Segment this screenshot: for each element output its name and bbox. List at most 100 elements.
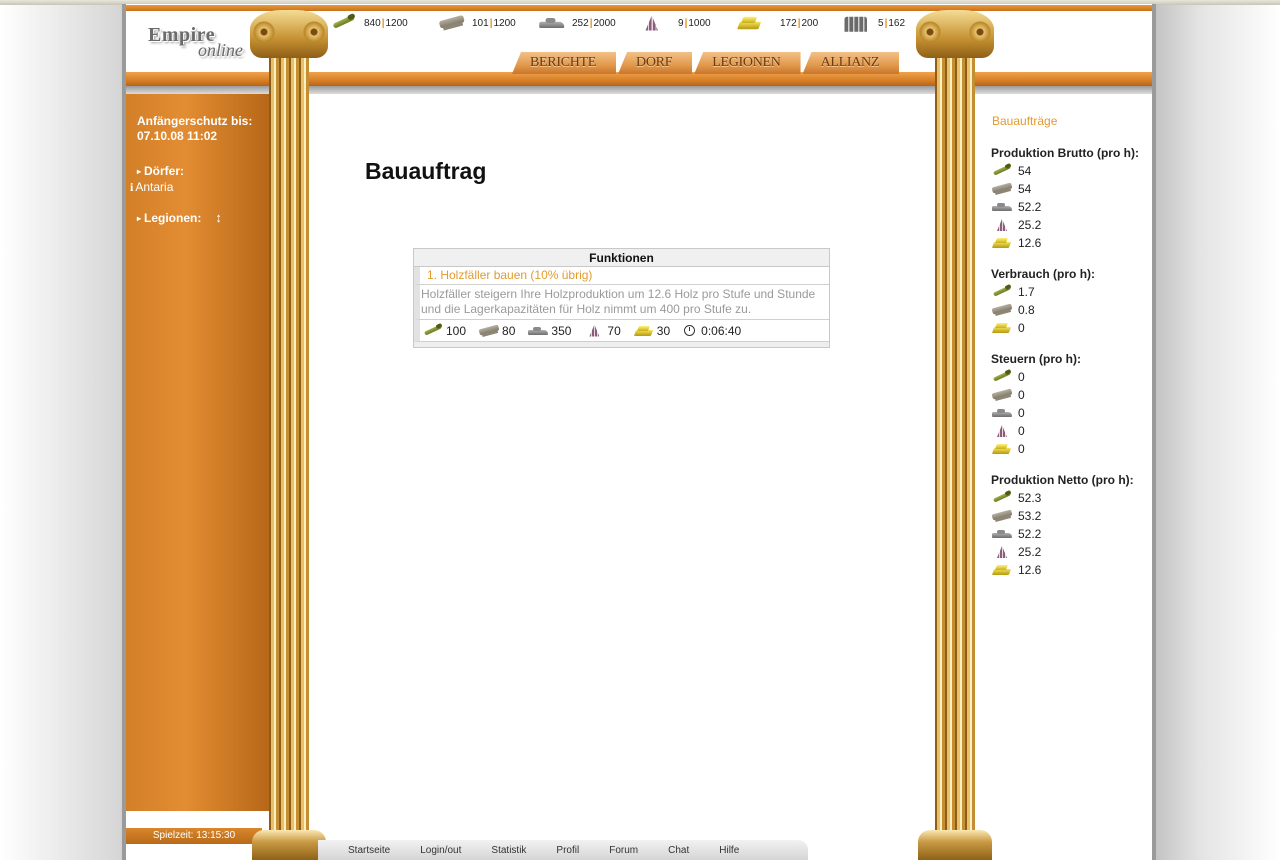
cost-clay: 80 bbox=[502, 323, 516, 338]
protection-date: 07.10.08 11:02 bbox=[137, 129, 218, 143]
crop-max: 1000 bbox=[688, 17, 711, 29]
nav-allianz[interactable]: ALLIANZ bbox=[802, 52, 900, 74]
village-info-icon[interactable]: i bbox=[130, 180, 133, 194]
taxes-clay: 0 bbox=[1018, 388, 1025, 402]
production-brutto: Produktion Brutto (pro h): 54 54 52.2 25… bbox=[991, 146, 1139, 252]
cost-iron: 350 bbox=[551, 323, 572, 338]
left-column-shaft bbox=[269, 40, 309, 840]
footer-chat[interactable]: Chat bbox=[668, 845, 689, 856]
footer-profil[interactable]: Profil bbox=[556, 845, 579, 856]
taxes-wood: 0 bbox=[1018, 370, 1025, 384]
footer-statistik[interactable]: Statistik bbox=[491, 845, 526, 856]
resource-crop: 9 | 1000 bbox=[638, 12, 711, 34]
footer-startseite[interactable]: Startseite bbox=[348, 845, 390, 856]
protection-label: Anfängerschutz bis: bbox=[137, 114, 253, 128]
clay-icon bbox=[991, 388, 1013, 402]
nav-dorf[interactable]: DORF bbox=[618, 52, 693, 74]
clay-icon bbox=[438, 14, 466, 32]
resource-population: 5 | 162 bbox=[842, 12, 905, 34]
clay-max: 1200 bbox=[493, 17, 516, 29]
consumption: Verbrauch (pro h): 1.7 0.8 0 bbox=[991, 267, 1095, 337]
legions-toggle-icon[interactable]: ↕ bbox=[215, 210, 222, 225]
taxes: Steuern (pro h): 0 0 0 0 0 bbox=[991, 352, 1081, 458]
resource-wood: 840 | 1200 bbox=[330, 12, 408, 34]
wood-max: 1200 bbox=[385, 17, 408, 29]
right-column-capital bbox=[916, 10, 994, 58]
gold-icon bbox=[991, 563, 1013, 577]
cost-crop: 70 bbox=[607, 323, 621, 338]
functions-header: Funktionen bbox=[414, 249, 829, 267]
netto-gold: 12.6 bbox=[1018, 563, 1042, 577]
consumption-clay: 0.8 bbox=[1018, 303, 1035, 317]
build-task-description: Holzfäller steigern Ihre Holzproduktion … bbox=[414, 285, 829, 320]
clay-current: 101 bbox=[472, 17, 489, 29]
consumption-gold: 0 bbox=[1018, 321, 1025, 335]
clay-icon bbox=[478, 324, 500, 338]
iron-current: 252 bbox=[572, 17, 589, 29]
nav-berichte[interactable]: BERICHTE bbox=[512, 52, 617, 74]
gold-icon bbox=[991, 236, 1013, 250]
crop-icon bbox=[991, 424, 1013, 438]
right-column-shaft bbox=[935, 40, 975, 840]
iron-max: 2000 bbox=[593, 17, 616, 29]
footer-login[interactable]: Login/out bbox=[420, 845, 461, 856]
clay-icon bbox=[991, 509, 1013, 523]
netto-clay: 53.2 bbox=[1018, 509, 1042, 523]
taxes-title: Steuern (pro h): bbox=[991, 352, 1081, 366]
beginner-protection: Anfängerschutz bis: 07.10.08 11:02 bbox=[137, 114, 252, 144]
crop-icon bbox=[638, 14, 666, 32]
clock-icon bbox=[684, 325, 696, 336]
crop-icon bbox=[991, 218, 1013, 232]
iron-icon bbox=[991, 527, 1013, 541]
functions-table: Funktionen 1. Holzfäller bauen (10% übri… bbox=[413, 248, 830, 348]
gold-max: 200 bbox=[801, 17, 819, 29]
wood-icon bbox=[422, 324, 444, 338]
brutto-title: Produktion Brutto (pro h): bbox=[991, 146, 1139, 160]
cost-wood: 100 bbox=[446, 323, 467, 338]
left-sidebar: Anfängerschutz bis: 07.10.08 11:02 ▸ Dörf… bbox=[126, 94, 272, 811]
gold-icon bbox=[991, 442, 1013, 456]
resource-gold: 172 | 200 bbox=[736, 12, 818, 34]
gold-icon bbox=[991, 321, 1013, 335]
consumption-wood: 1.7 bbox=[1018, 285, 1035, 299]
wood-icon bbox=[330, 14, 358, 32]
taxes-iron: 0 bbox=[1018, 406, 1025, 420]
population-icon bbox=[842, 14, 870, 32]
production-netto: Produktion Netto (pro h): 52.3 53.2 52.2… bbox=[991, 473, 1134, 579]
brutto-iron: 52.2 bbox=[1018, 200, 1042, 214]
bullet-icon: ▸ bbox=[137, 167, 142, 177]
netto-crop: 25.2 bbox=[1018, 545, 1042, 559]
resource-iron: 252 | 2000 bbox=[538, 12, 616, 34]
villages-heading: ▸ Dörfer: bbox=[137, 164, 184, 178]
left-column-capital bbox=[250, 10, 328, 58]
footer-forum[interactable]: Forum bbox=[609, 845, 638, 856]
build-orders-link[interactable]: Bauaufträge bbox=[992, 114, 1057, 128]
brutto-clay: 54 bbox=[1018, 182, 1032, 196]
village-entry: i Antaria bbox=[130, 180, 173, 195]
iron-icon bbox=[527, 324, 549, 338]
consumption-title: Verbrauch (pro h): bbox=[991, 267, 1096, 281]
build-task-link[interactable]: 1. Holzfäller bauen (10% übrig) bbox=[414, 267, 829, 285]
gold-current: 172 bbox=[780, 17, 797, 29]
main-nav: BERICHTE DORF LEGIONEN ALLIANZ bbox=[512, 52, 901, 74]
legions-heading: ▸ Legionen: ↕ bbox=[137, 210, 222, 225]
nav-legionen[interactable]: LEGIONEN bbox=[694, 52, 801, 74]
iron-icon bbox=[991, 200, 1013, 214]
clay-icon bbox=[991, 182, 1013, 196]
netto-wood: 52.3 bbox=[1018, 491, 1042, 505]
legions-label: Legionen: bbox=[144, 211, 202, 225]
footer-nav: Startseite Login/out Statistik Profil Fo… bbox=[318, 840, 808, 860]
village-link-antaria[interactable]: Antaria bbox=[135, 180, 173, 194]
cost-time: 0:06:40 bbox=[701, 323, 742, 338]
villages-label: Dörfer: bbox=[144, 164, 185, 178]
iron-icon bbox=[538, 14, 566, 32]
footer-hilfe[interactable]: Hilfe bbox=[719, 845, 739, 856]
logo-word-online: online bbox=[198, 40, 243, 60]
game-time: Spielzeit: 13:15:30 bbox=[126, 828, 262, 844]
bullet-icon: ▸ bbox=[137, 214, 142, 224]
netto-title: Produktion Netto (pro h): bbox=[991, 473, 1134, 487]
brutto-wood: 54 bbox=[1018, 164, 1032, 178]
build-costs: 100 80 350 70 30 0:06:40 bbox=[414, 320, 829, 342]
empire-online-logo[interactable]: Empire online bbox=[146, 24, 256, 64]
population-max: 162 bbox=[888, 17, 906, 29]
